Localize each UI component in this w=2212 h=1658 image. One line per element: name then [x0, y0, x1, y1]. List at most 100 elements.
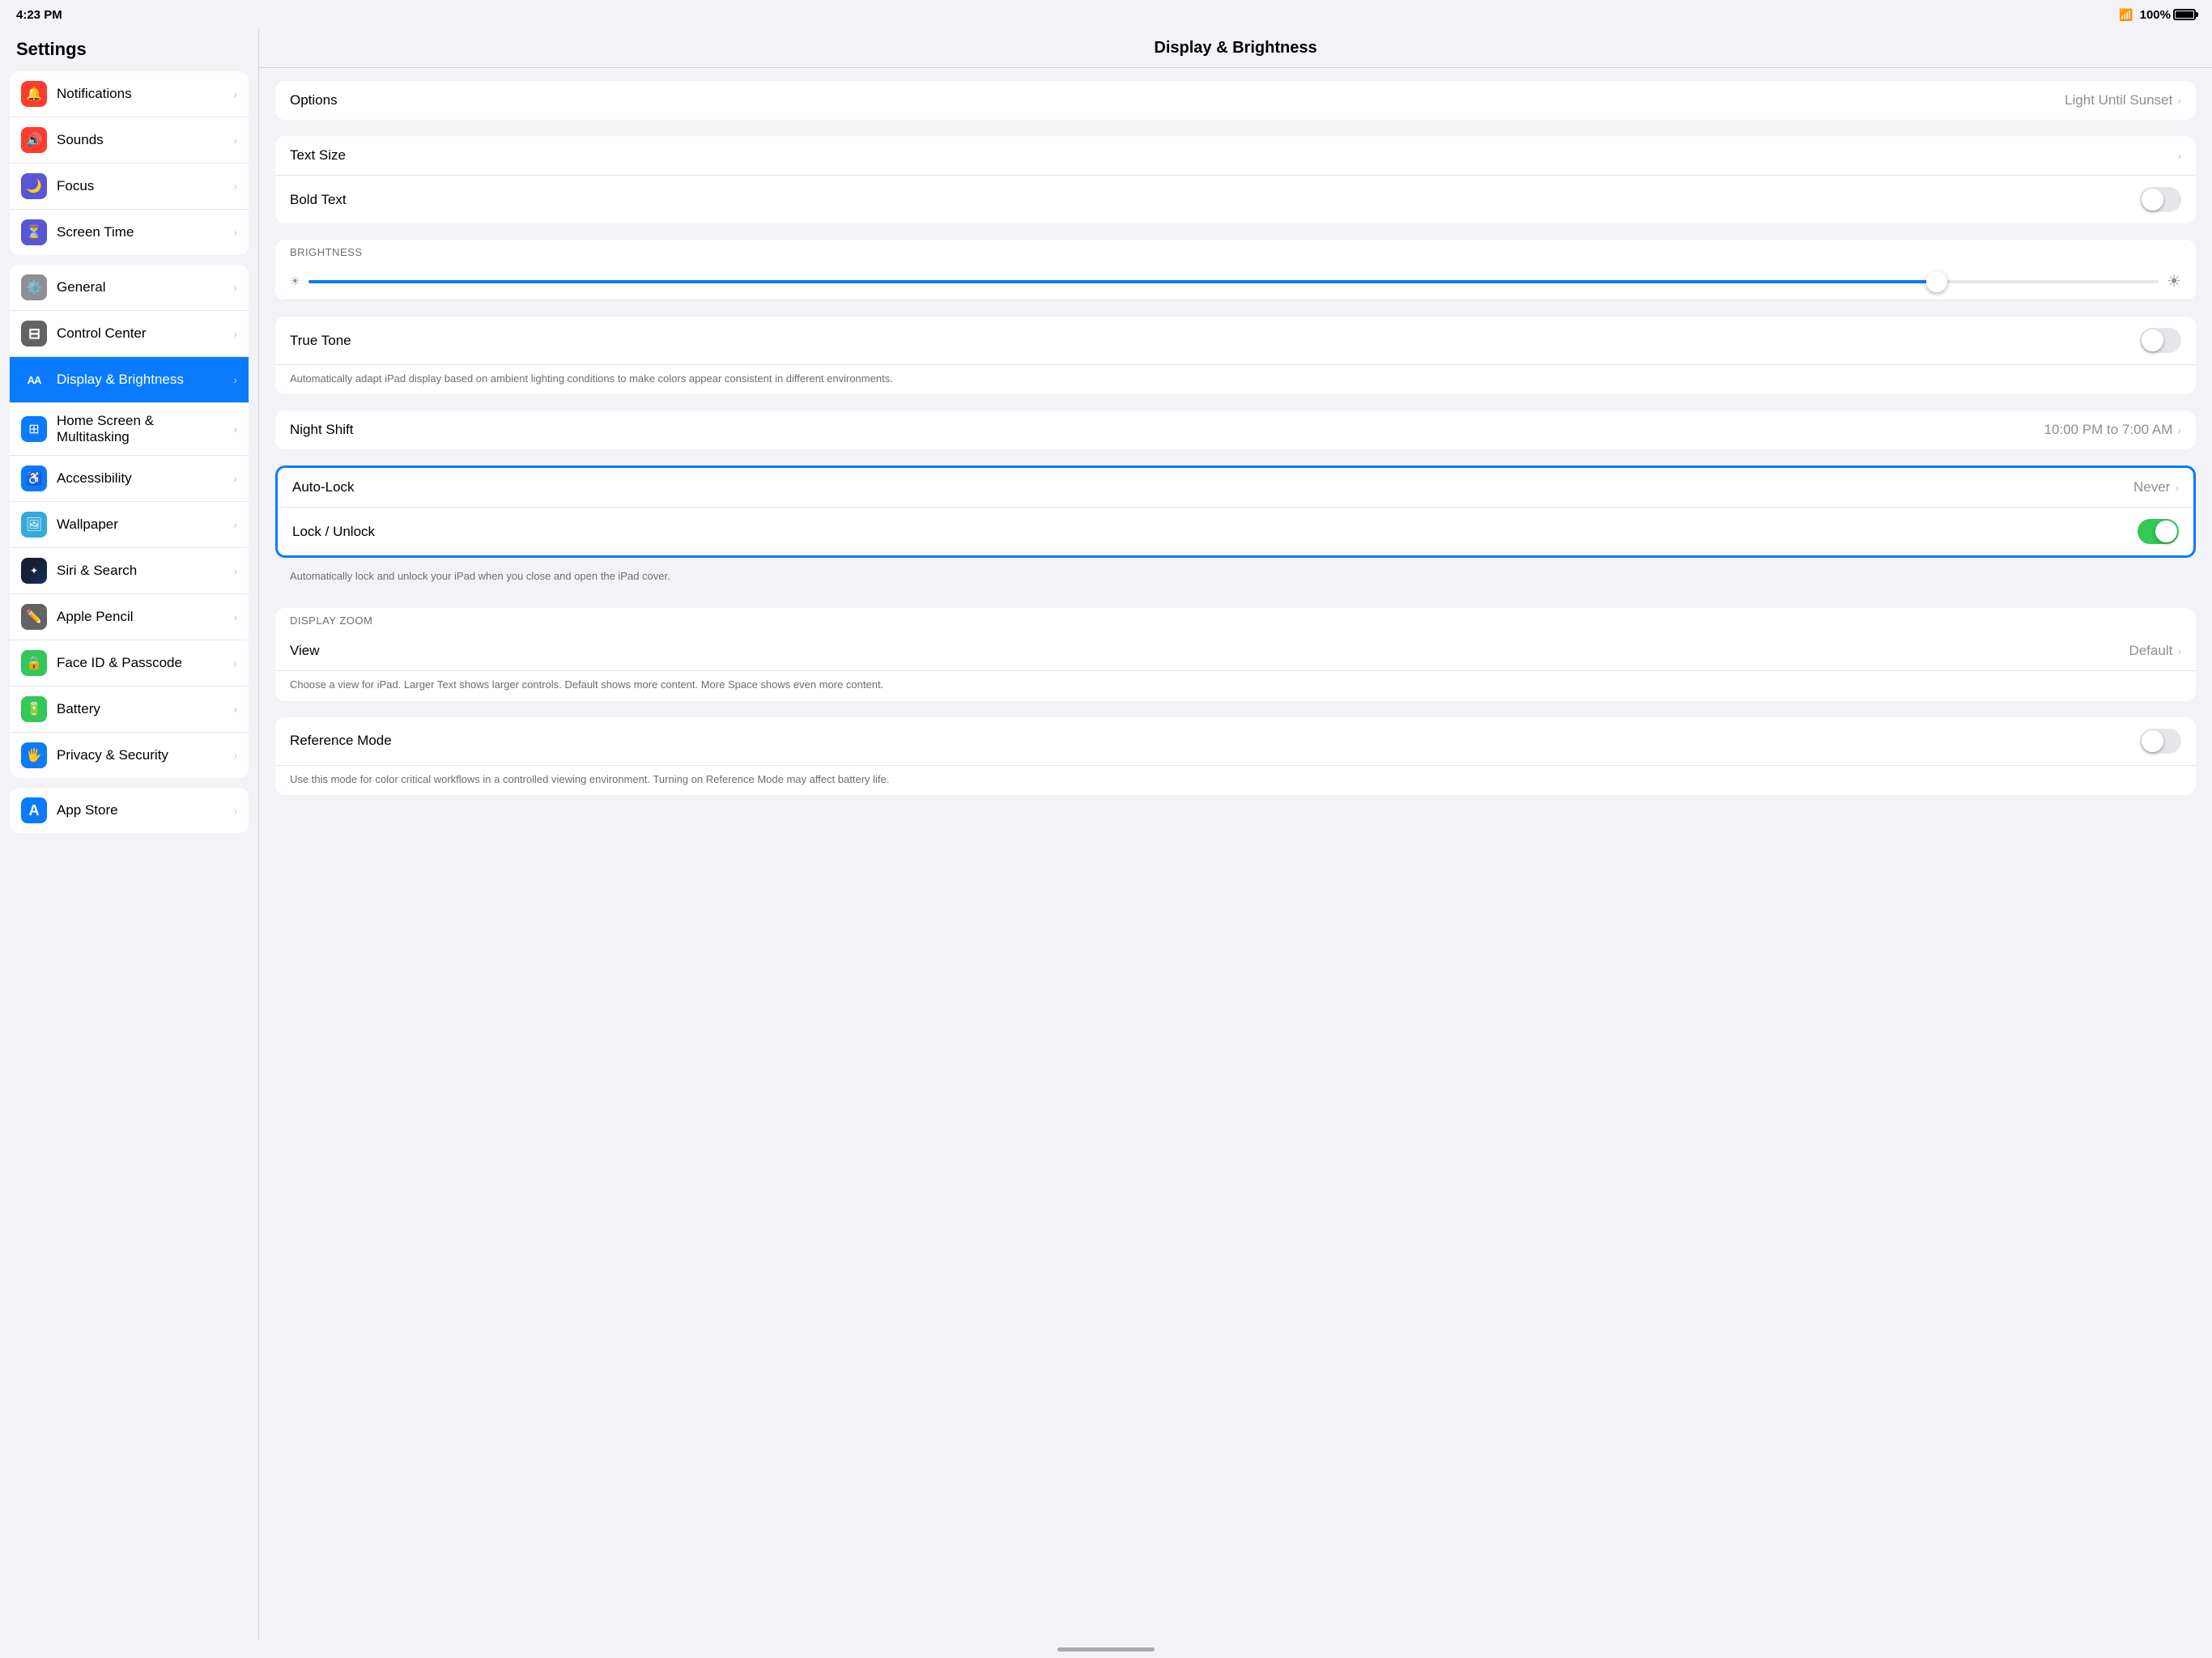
auto-lock-label: Auto-Lock: [292, 479, 2133, 495]
reference-mode-row[interactable]: Reference Mode: [275, 717, 2196, 766]
night-shift-value: 10:00 PM to 7:00 AM: [2044, 422, 2173, 438]
toggle-knob: [2142, 730, 2163, 752]
sidebar-item-display-brightness[interactable]: AA Display & Brightness ›: [10, 357, 249, 403]
sidebar-label-sounds: Sounds: [57, 132, 104, 148]
chevron-icon: ›: [233, 564, 237, 577]
status-bar: 4:23 PM 📶 100%: [0, 0, 2212, 29]
lock-unlock-toggle[interactable]: [2138, 519, 2179, 544]
sidebar-label-home-screen: Home Screen & Multitasking: [57, 413, 223, 445]
sounds-icon: 🔊: [21, 127, 47, 153]
apple-pencil-icon: ✏️: [21, 604, 47, 630]
chevron-icon: ›: [233, 472, 237, 485]
accessibility-icon: ♿: [21, 466, 47, 491]
chevron-icon: ›: [233, 804, 237, 817]
text-group: Text Size › Bold Text: [275, 136, 2196, 223]
chevron-icon: ›: [233, 703, 237, 716]
app-store-icon: A: [21, 797, 47, 823]
sidebar-item-battery[interactable]: 🔋 Battery ›: [10, 687, 249, 733]
reference-mode-note: Use this mode for color critical workflo…: [275, 766, 2196, 795]
night-shift-row[interactable]: Night Shift 10:00 PM to 7:00 AM ›: [275, 410, 2196, 449]
brightness-slider-track[interactable]: [308, 280, 2159, 283]
general-icon: ⚙️: [21, 274, 47, 300]
night-shift-label: Night Shift: [290, 422, 2044, 438]
options-chevron-icon: ›: [2177, 94, 2181, 107]
view-label: View: [290, 643, 2129, 659]
sidebar-label-face-id: Face ID & Passcode: [57, 655, 182, 671]
true-tone-note: Automatically adapt iPad display based o…: [275, 365, 2196, 394]
sidebar-group-mid: ⚙️ General › ⊟ Control Center › AA Displ…: [10, 265, 249, 778]
sidebar-label-battery: Battery: [57, 701, 100, 717]
options-group: Options Light Until Sunset ›: [275, 81, 2196, 120]
battery-bar: [2173, 9, 2196, 20]
auto-lock-row[interactable]: Auto-Lock Never ›: [278, 468, 2193, 508]
sidebar-item-privacy[interactable]: 🖐 Privacy & Security ›: [10, 733, 249, 778]
status-time: 4:23 PM: [16, 8, 62, 22]
lock-unlock-row[interactable]: Lock / Unlock: [278, 508, 2193, 555]
sidebar-group-bot: A App Store ›: [10, 788, 249, 833]
true-tone-toggle[interactable]: [2140, 328, 2181, 353]
wallpaper-icon: 🖼: [21, 512, 47, 538]
true-tone-row[interactable]: True Tone: [275, 317, 2196, 365]
sidebar-item-accessibility[interactable]: ♿ Accessibility ›: [10, 456, 249, 502]
focus-icon: 🌙: [21, 173, 47, 199]
sidebar-item-focus[interactable]: 🌙 Focus ›: [10, 164, 249, 210]
sidebar-item-app-store[interactable]: A App Store ›: [10, 788, 249, 833]
sidebar-item-general[interactable]: ⚙️ General ›: [10, 265, 249, 311]
bold-text-toggle[interactable]: [2140, 187, 2181, 212]
text-size-row[interactable]: Text Size ›: [275, 136, 2196, 176]
home-bar: [1057, 1647, 1155, 1652]
chevron-icon: ›: [233, 87, 237, 100]
reference-mode-group: Reference Mode Use this mode for color c…: [275, 717, 2196, 795]
sidebar: Settings 🔔 Notifications › 🔊 Sounds › 🌙 …: [0, 29, 259, 1641]
chevron-icon: ›: [233, 134, 237, 147]
status-right: 📶 100%: [2119, 8, 2196, 22]
options-row[interactable]: Options Light Until Sunset ›: [275, 81, 2196, 120]
chevron-icon: ›: [233, 423, 237, 436]
sidebar-item-home-screen[interactable]: ⊞ Home Screen & Multitasking ›: [10, 403, 249, 456]
bold-text-row[interactable]: Bold Text: [275, 176, 2196, 223]
sidebar-item-apple-pencil[interactable]: ✏️ Apple Pencil ›: [10, 594, 249, 640]
sidebar-item-control-center[interactable]: ⊟ Control Center ›: [10, 311, 249, 357]
sidebar-label-accessibility: Accessibility: [57, 470, 132, 487]
sidebar-item-notifications[interactable]: 🔔 Notifications ›: [10, 71, 249, 117]
chevron-icon: ›: [233, 281, 237, 294]
sidebar-label-wallpaper: Wallpaper: [57, 517, 118, 533]
chevron-icon: ›: [233, 327, 237, 340]
display-zoom-group: DISPLAY ZOOM View Default › Choose a vie…: [275, 608, 2196, 700]
sidebar-group-top: 🔔 Notifications › 🔊 Sounds › 🌙 Focus › ⏳…: [10, 71, 249, 255]
chevron-icon: ›: [233, 657, 237, 670]
display-zoom-section-label: DISPLAY ZOOM: [275, 608, 2196, 631]
battery-percent: 100%: [2140, 8, 2171, 22]
sidebar-label-general: General: [57, 279, 105, 295]
sidebar-item-siri-search[interactable]: ✦ Siri & Search ›: [10, 548, 249, 594]
battery-indicator: 100%: [2140, 8, 2196, 22]
display-brightness-icon: AA: [21, 367, 47, 393]
brightness-group: BRIGHTNESS ☀ ☀: [275, 240, 2196, 300]
screen-time-icon: ⏳: [21, 219, 47, 245]
view-value: Default: [2129, 643, 2172, 659]
sidebar-item-screen-time[interactable]: ⏳ Screen Time ›: [10, 210, 249, 255]
view-chevron-icon: ›: [2177, 644, 2181, 657]
brightness-slider-thumb[interactable]: [1926, 271, 1947, 292]
reference-mode-toggle[interactable]: [2140, 729, 2181, 754]
options-label: Options: [290, 92, 2065, 108]
sidebar-label-display-brightness: Display & Brightness: [57, 372, 184, 388]
sidebar-label-focus: Focus: [57, 178, 94, 194]
sidebar-item-wallpaper[interactable]: 🖼 Wallpaper ›: [10, 502, 249, 548]
text-size-label: Text Size: [290, 147, 2177, 164]
reference-mode-label: Reference Mode: [290, 733, 2140, 749]
sidebar-item-sounds[interactable]: 🔊 Sounds ›: [10, 117, 249, 164]
sidebar-item-face-id[interactable]: 🔒 Face ID & Passcode ›: [10, 640, 249, 687]
siri-icon: ✦: [21, 558, 47, 584]
main-panel: Display & Brightness Options Light Until…: [259, 29, 2212, 1641]
content-area: Options Light Until Sunset › Text Size ›…: [259, 68, 2212, 824]
home-screen-icon: ⊞: [21, 416, 47, 442]
app-container: Settings 🔔 Notifications › 🔊 Sounds › 🌙 …: [0, 29, 2212, 1641]
view-row[interactable]: View Default ›: [275, 631, 2196, 671]
sidebar-label-app-store: App Store: [57, 802, 118, 818]
auto-lock-group: Auto-Lock Never › Lock / Unlock: [275, 466, 2196, 558]
auto-lock-chevron-icon: ›: [2175, 481, 2179, 494]
control-center-icon: ⊟: [21, 321, 47, 346]
lock-unlock-label: Lock / Unlock: [292, 524, 2138, 540]
sidebar-label-privacy: Privacy & Security: [57, 747, 168, 763]
